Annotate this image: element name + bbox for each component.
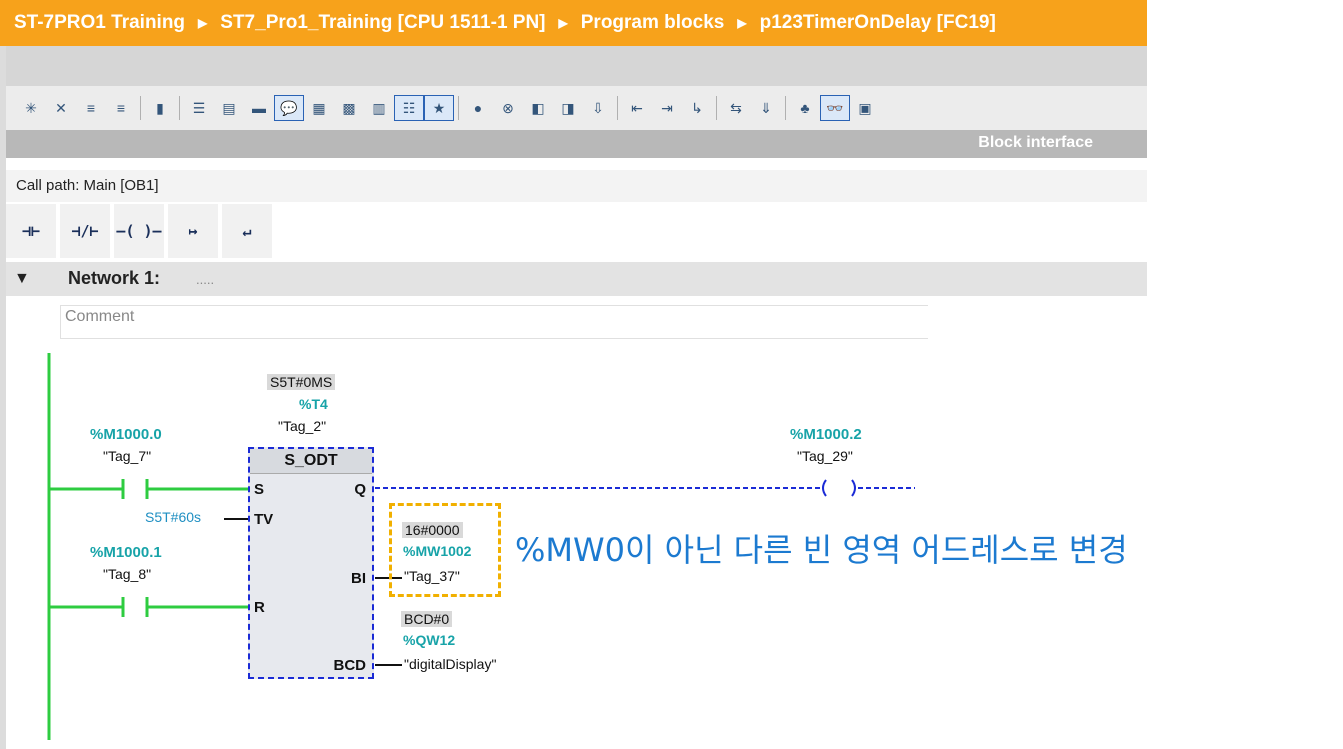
pin-bi: BI	[351, 570, 366, 587]
timer-tag[interactable]: "Tag_2"	[278, 418, 326, 434]
bcd-tag[interactable]: "digitalDisplay"	[404, 656, 496, 672]
contact-r-tag[interactable]: "Tag_8"	[103, 566, 151, 582]
annotation-note: %MW0이 아닌 다른 빈 영역 어드레스로 변경	[515, 531, 1128, 569]
pin-tv: TV	[254, 511, 274, 528]
pin-r: R	[254, 599, 265, 616]
timer-preset-value: S5T#0MS	[267, 374, 336, 390]
contact-s-tag[interactable]: "Tag_7"	[103, 448, 151, 464]
timer-type: S_ODT	[250, 449, 372, 474]
bi-value: 16#0000	[402, 522, 463, 538]
pin-q: Q	[354, 481, 366, 498]
contact-r-address[interactable]: %M1000.1	[90, 544, 162, 561]
ladder-diagram	[47, 353, 915, 740]
timer-block[interactable]: S_ODT S TV R Q BI BCD	[248, 447, 374, 679]
bi-address[interactable]: %MW1002	[403, 543, 471, 559]
coil-right-icon	[851, 479, 856, 497]
pin-s: S	[254, 481, 265, 498]
coil-left-icon	[822, 479, 827, 497]
bi-tag[interactable]: "Tag_37"	[404, 568, 460, 584]
bcd-address[interactable]: %QW12	[403, 632, 455, 648]
tv-value[interactable]: S5T#60s	[145, 509, 201, 525]
coil-q-address[interactable]: %M1000.2	[790, 426, 862, 443]
coil-q-tag[interactable]: "Tag_29"	[797, 448, 853, 464]
timer-address[interactable]: %T4	[299, 396, 328, 412]
contact-s-address[interactable]: %M1000.0	[90, 426, 162, 443]
bcd-value: BCD#0	[401, 611, 453, 627]
pin-bcd: BCD	[333, 657, 367, 674]
